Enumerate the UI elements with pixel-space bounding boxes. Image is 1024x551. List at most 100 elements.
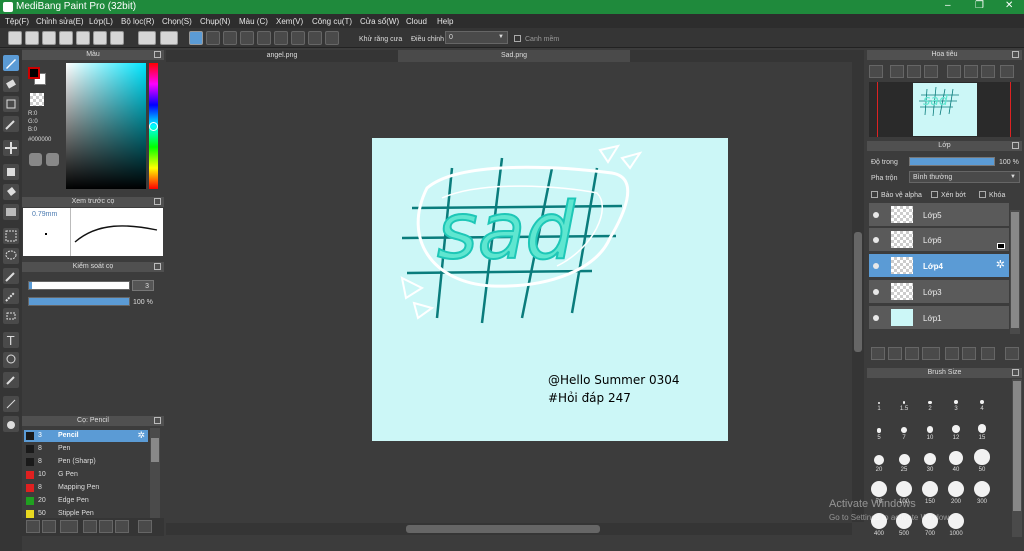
brush-size-option[interactable]: 300	[970, 477, 994, 505]
brush-size-option[interactable]: 30	[918, 445, 942, 473]
page-icon[interactable]	[93, 31, 107, 45]
clipping-checkbox[interactable]	[931, 191, 938, 198]
canvas-vertical-scrollbar[interactable]	[852, 62, 864, 522]
actual-size-icon[interactable]	[964, 65, 978, 78]
canvas-horizontal-scrollbar[interactable]	[166, 523, 852, 535]
cross-snap-icon[interactable]	[223, 31, 237, 45]
scrollbar-thumb[interactable]	[1011, 212, 1019, 328]
delete-layer-icon[interactable]	[1005, 347, 1019, 360]
upload-brush-icon[interactable]	[26, 520, 40, 533]
brush-size-option[interactable]: 2	[918, 384, 942, 412]
comment-icon[interactable]	[59, 31, 73, 45]
menu-window[interactable]: Cửa sổ(W)	[360, 17, 399, 26]
panel-close-icon[interactable]	[154, 51, 161, 58]
brush-size-option[interactable]: 50	[970, 445, 994, 473]
brush-list-scrollbar[interactable]	[150, 428, 160, 518]
vanish-snap-icon[interactable]	[240, 31, 254, 45]
brush-row-1[interactable]: 8 Pen	[24, 443, 148, 455]
brush-size-scrollbar[interactable]	[1012, 379, 1022, 537]
text-tool-icon[interactable]: T	[3, 332, 19, 348]
new-layer-icon[interactable]	[871, 347, 885, 360]
hand-tool-icon[interactable]	[3, 416, 19, 432]
maximize-icon[interactable]: ❐	[975, 1, 984, 11]
tab-angel[interactable]: angel.png	[168, 50, 396, 62]
brush-size-option[interactable]: 1.5	[892, 384, 916, 412]
zoom-out-icon[interactable]	[924, 65, 938, 78]
select-tool-icon[interactable]	[3, 228, 19, 244]
radial-snap-icon[interactable]	[257, 31, 271, 45]
brush-size-option[interactable]: 25	[892, 445, 916, 473]
protect-alpha-checkbox[interactable]	[871, 191, 878, 198]
new-8bit-layer-icon[interactable]	[905, 347, 919, 360]
blend-mode-select[interactable]: Bình thường ▼	[909, 171, 1020, 183]
brush-settings-icon[interactable]: ✲	[137, 431, 145, 440]
menu-capture[interactable]: Chụp(N)	[200, 17, 230, 26]
visibility-icon[interactable]	[873, 315, 879, 321]
layer-row-4[interactable]: Lớp4 ✲	[869, 254, 1009, 278]
transparent-color-swatch[interactable]	[30, 93, 44, 106]
panel-close-icon[interactable]	[154, 198, 161, 205]
fit-window-icon[interactable]	[907, 65, 921, 78]
brush-size-option[interactable]: 200	[944, 477, 968, 505]
eyedropper-tool-icon[interactable]	[3, 372, 19, 388]
lasso-tool-icon[interactable]	[3, 248, 19, 264]
visibility-icon[interactable]	[873, 263, 879, 269]
menu-select[interactable]: Chọn(S)	[162, 17, 192, 26]
menu-tools[interactable]: Công cụ(T)	[312, 17, 352, 26]
menu-filter[interactable]: Bộ lọc(R)	[121, 17, 154, 26]
add-brush-icon[interactable]	[60, 520, 78, 533]
balloon-tool-icon[interactable]	[3, 352, 19, 368]
menu-view[interactable]: Xem(V)	[276, 17, 303, 26]
brush-properties-icon[interactable]	[83, 520, 97, 533]
adjust-select[interactable]: 0 ▼	[445, 31, 508, 44]
pen-tool-icon[interactable]	[3, 116, 19, 132]
select-pen-tool-icon[interactable]	[3, 288, 19, 304]
visibility-icon[interactable]	[873, 237, 879, 243]
brush-row-3[interactable]: 10 G Pen	[24, 469, 148, 481]
foreground-color-swatch[interactable]	[28, 67, 40, 79]
menu-file[interactable]: Tệp(F)	[5, 17, 29, 26]
gradient-tool-icon[interactable]	[3, 204, 19, 220]
document-icon[interactable]	[76, 31, 90, 45]
brush-size-option[interactable]: 3	[944, 384, 968, 412]
scrollbar-thumb[interactable]	[1013, 381, 1021, 511]
panel-close-icon[interactable]	[154, 417, 161, 424]
divide-tool-icon[interactable]	[3, 396, 19, 412]
new-halftone-layer-icon[interactable]	[888, 347, 902, 360]
move-tool-icon[interactable]	[3, 140, 19, 156]
layer-opacity-slider[interactable]	[909, 157, 995, 166]
artwork-canvas[interactable]: sad @Hello Summer 0304 #Hỏi đáp 247	[372, 138, 728, 441]
eyedropper-button[interactable]	[46, 153, 59, 166]
add-layer-menu-icon[interactable]	[922, 347, 940, 360]
hue-handle[interactable]	[149, 122, 158, 131]
scrollbar-thumb[interactable]	[151, 438, 159, 462]
brush-size-option[interactable]: 150	[918, 477, 942, 505]
brush-row-2[interactable]: 8 Pen (Sharp)	[24, 456, 148, 468]
circle-snap-icon[interactable]	[274, 31, 288, 45]
brush-tool-icon[interactable]	[3, 55, 19, 71]
visibility-icon[interactable]	[873, 212, 879, 218]
layer-folder-icon[interactable]	[945, 347, 959, 360]
brush-size-option[interactable]: 40	[944, 445, 968, 473]
curve-snap-icon[interactable]	[291, 31, 305, 45]
scrollbar-thumb[interactable]	[854, 232, 862, 352]
close-icon[interactable]: ✕	[1005, 1, 1013, 11]
layer-row-6[interactable]: Lớp6	[869, 228, 1009, 252]
brush-size-option[interactable]: 10	[918, 413, 942, 441]
rotate-right-icon[interactable]	[981, 65, 995, 78]
ellipse-snap-icon[interactable]	[308, 31, 322, 45]
brush-size-option[interactable]: 5	[867, 413, 891, 441]
magic-wand-tool-icon[interactable]	[3, 268, 19, 284]
eraser-tool-icon[interactable]	[3, 76, 19, 92]
panel-close-icon[interactable]	[154, 263, 161, 270]
hue-slider[interactable]	[149, 63, 158, 189]
flip-icon[interactable]	[1000, 65, 1014, 78]
layer-row-5[interactable]: Lớp5	[869, 203, 1009, 227]
merge-layer-icon[interactable]	[981, 347, 995, 360]
undo-icon[interactable]	[138, 31, 156, 45]
minimize-icon[interactable]: –	[945, 1, 951, 11]
brush-size-value-box[interactable]: 3	[132, 280, 154, 291]
rotate-left-icon[interactable]	[947, 65, 961, 78]
zoom-in-alt-icon[interactable]	[890, 65, 904, 78]
select-eraser-tool-icon[interactable]	[3, 308, 19, 324]
